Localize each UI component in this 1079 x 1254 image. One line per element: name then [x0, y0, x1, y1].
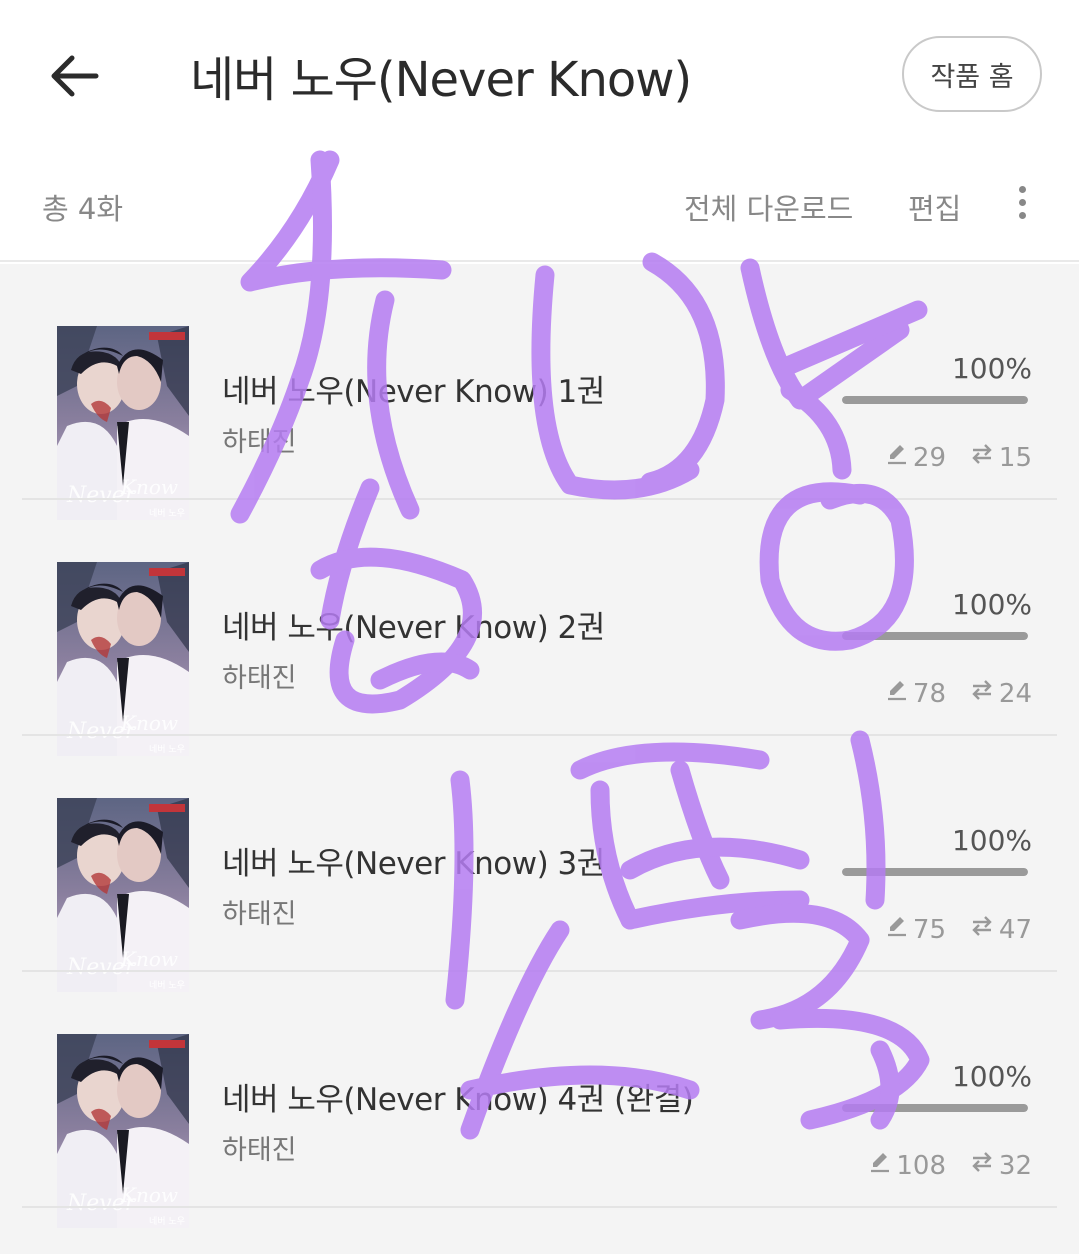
episode-item[interactable]: Never Know 네버 노우 네버 노우(Never Know) 3권 하태… [0, 736, 1079, 992]
swap-icon [969, 914, 999, 945]
notes-count-value: 29 [912, 442, 946, 473]
notes-count: 78 [885, 678, 946, 709]
svg-text:Know: Know [120, 475, 178, 499]
series-home-button[interactable]: 작품 홈 [902, 36, 1042, 112]
episode-author: 하태진 [222, 663, 297, 694]
download-all-button[interactable]: 전체 다운로드 [684, 186, 853, 228]
progress-fill [842, 1104, 1028, 1112]
episode-item[interactable]: Never Know 네버 노우 네버 노우(Never Know) 1권 하태… [0, 264, 1079, 520]
episode-stats: 75 47 [842, 914, 1032, 946]
pencil-icon [885, 678, 913, 709]
progress-bar [842, 632, 1028, 640]
episode-author: 하태진 [222, 427, 297, 458]
episode-author: 하태진 [222, 899, 297, 930]
progress-percent: 100% [951, 588, 1032, 621]
episode-item[interactable]: Never Know 네버 노우 네버 노우(Never Know) 2권 하태… [0, 500, 1079, 756]
progress-percent: 100% [951, 352, 1032, 385]
episode-title: 네버 노우(Never Know) 3권 [222, 846, 605, 882]
episode-stats: 108 32 [842, 1150, 1032, 1182]
edit-button[interactable]: 편집 [908, 186, 961, 228]
episode-title: 네버 노우(Never Know) 4권 (완결) [222, 1082, 694, 1118]
row-divider [22, 1206, 1057, 1208]
more-options-button[interactable] [1004, 180, 1040, 232]
episode-title: 네버 노우(Never Know) 2권 [222, 610, 605, 646]
svg-text:Know: Know [120, 711, 178, 735]
notes-count-value: 108 [896, 1150, 946, 1181]
progress-bar [842, 396, 1028, 404]
svg-text:Know: Know [120, 947, 178, 971]
notes-count-value: 78 [912, 678, 946, 709]
progress-bar [842, 868, 1028, 876]
episode-stats: 29 15 [842, 442, 1032, 474]
episode-stats: 78 24 [842, 678, 1032, 710]
pencil-icon [885, 914, 913, 945]
book-cover-image: Never Know 네버 노우 [57, 562, 189, 756]
pencil-icon [885, 442, 913, 473]
highlights-count: 24 [969, 678, 1032, 709]
swap-icon [969, 1150, 999, 1181]
notes-count: 108 [868, 1150, 946, 1181]
back-button[interactable] [44, 44, 108, 108]
highlights-count: 15 [969, 442, 1032, 473]
notes-count: 75 [885, 914, 946, 945]
highlights-count: 47 [969, 914, 1032, 945]
highlights-count-value: 24 [998, 678, 1032, 709]
highlights-count: 32 [969, 1150, 1032, 1181]
book-cover-image: Never Know 네버 노우 [57, 798, 189, 992]
book-cover-image: Never Know 네버 노우 [57, 1034, 189, 1228]
pencil-icon [868, 1150, 896, 1181]
book-cover-image: Never Know 네버 노우 [57, 326, 189, 520]
notes-count-value: 75 [912, 914, 946, 945]
progress-fill [842, 868, 1028, 876]
episode-count: 총 4화 [42, 192, 124, 226]
svg-text:Know: Know [120, 1183, 178, 1207]
swap-icon [969, 442, 999, 473]
progress-fill [842, 396, 1028, 404]
progress-fill [842, 632, 1028, 640]
progress-percent: 100% [951, 824, 1032, 857]
highlights-count-value: 47 [998, 914, 1032, 945]
swap-icon [969, 678, 999, 709]
progress-bar [842, 1104, 1028, 1112]
highlights-count-value: 15 [998, 442, 1032, 473]
app-header: 네버 노우(Never Know) 작품 홈 [0, 0, 1079, 150]
episode-title: 네버 노우(Never Know) 1권 [222, 374, 605, 410]
progress-percent: 100% [951, 1060, 1032, 1093]
episode-author: 하태진 [222, 1135, 297, 1166]
page-title: 네버 노우(Never Know) [190, 52, 692, 108]
more-vertical-icon [1004, 186, 1040, 219]
episode-item[interactable]: Never Know 네버 노우 네버 노우(Never Know) 4권 (완… [0, 972, 1079, 1228]
arrow-left-icon [51, 55, 99, 97]
highlights-count-value: 32 [998, 1150, 1032, 1181]
notes-count: 29 [885, 442, 946, 473]
svg-text:네버 노우: 네버 노우 [149, 1216, 185, 1227]
